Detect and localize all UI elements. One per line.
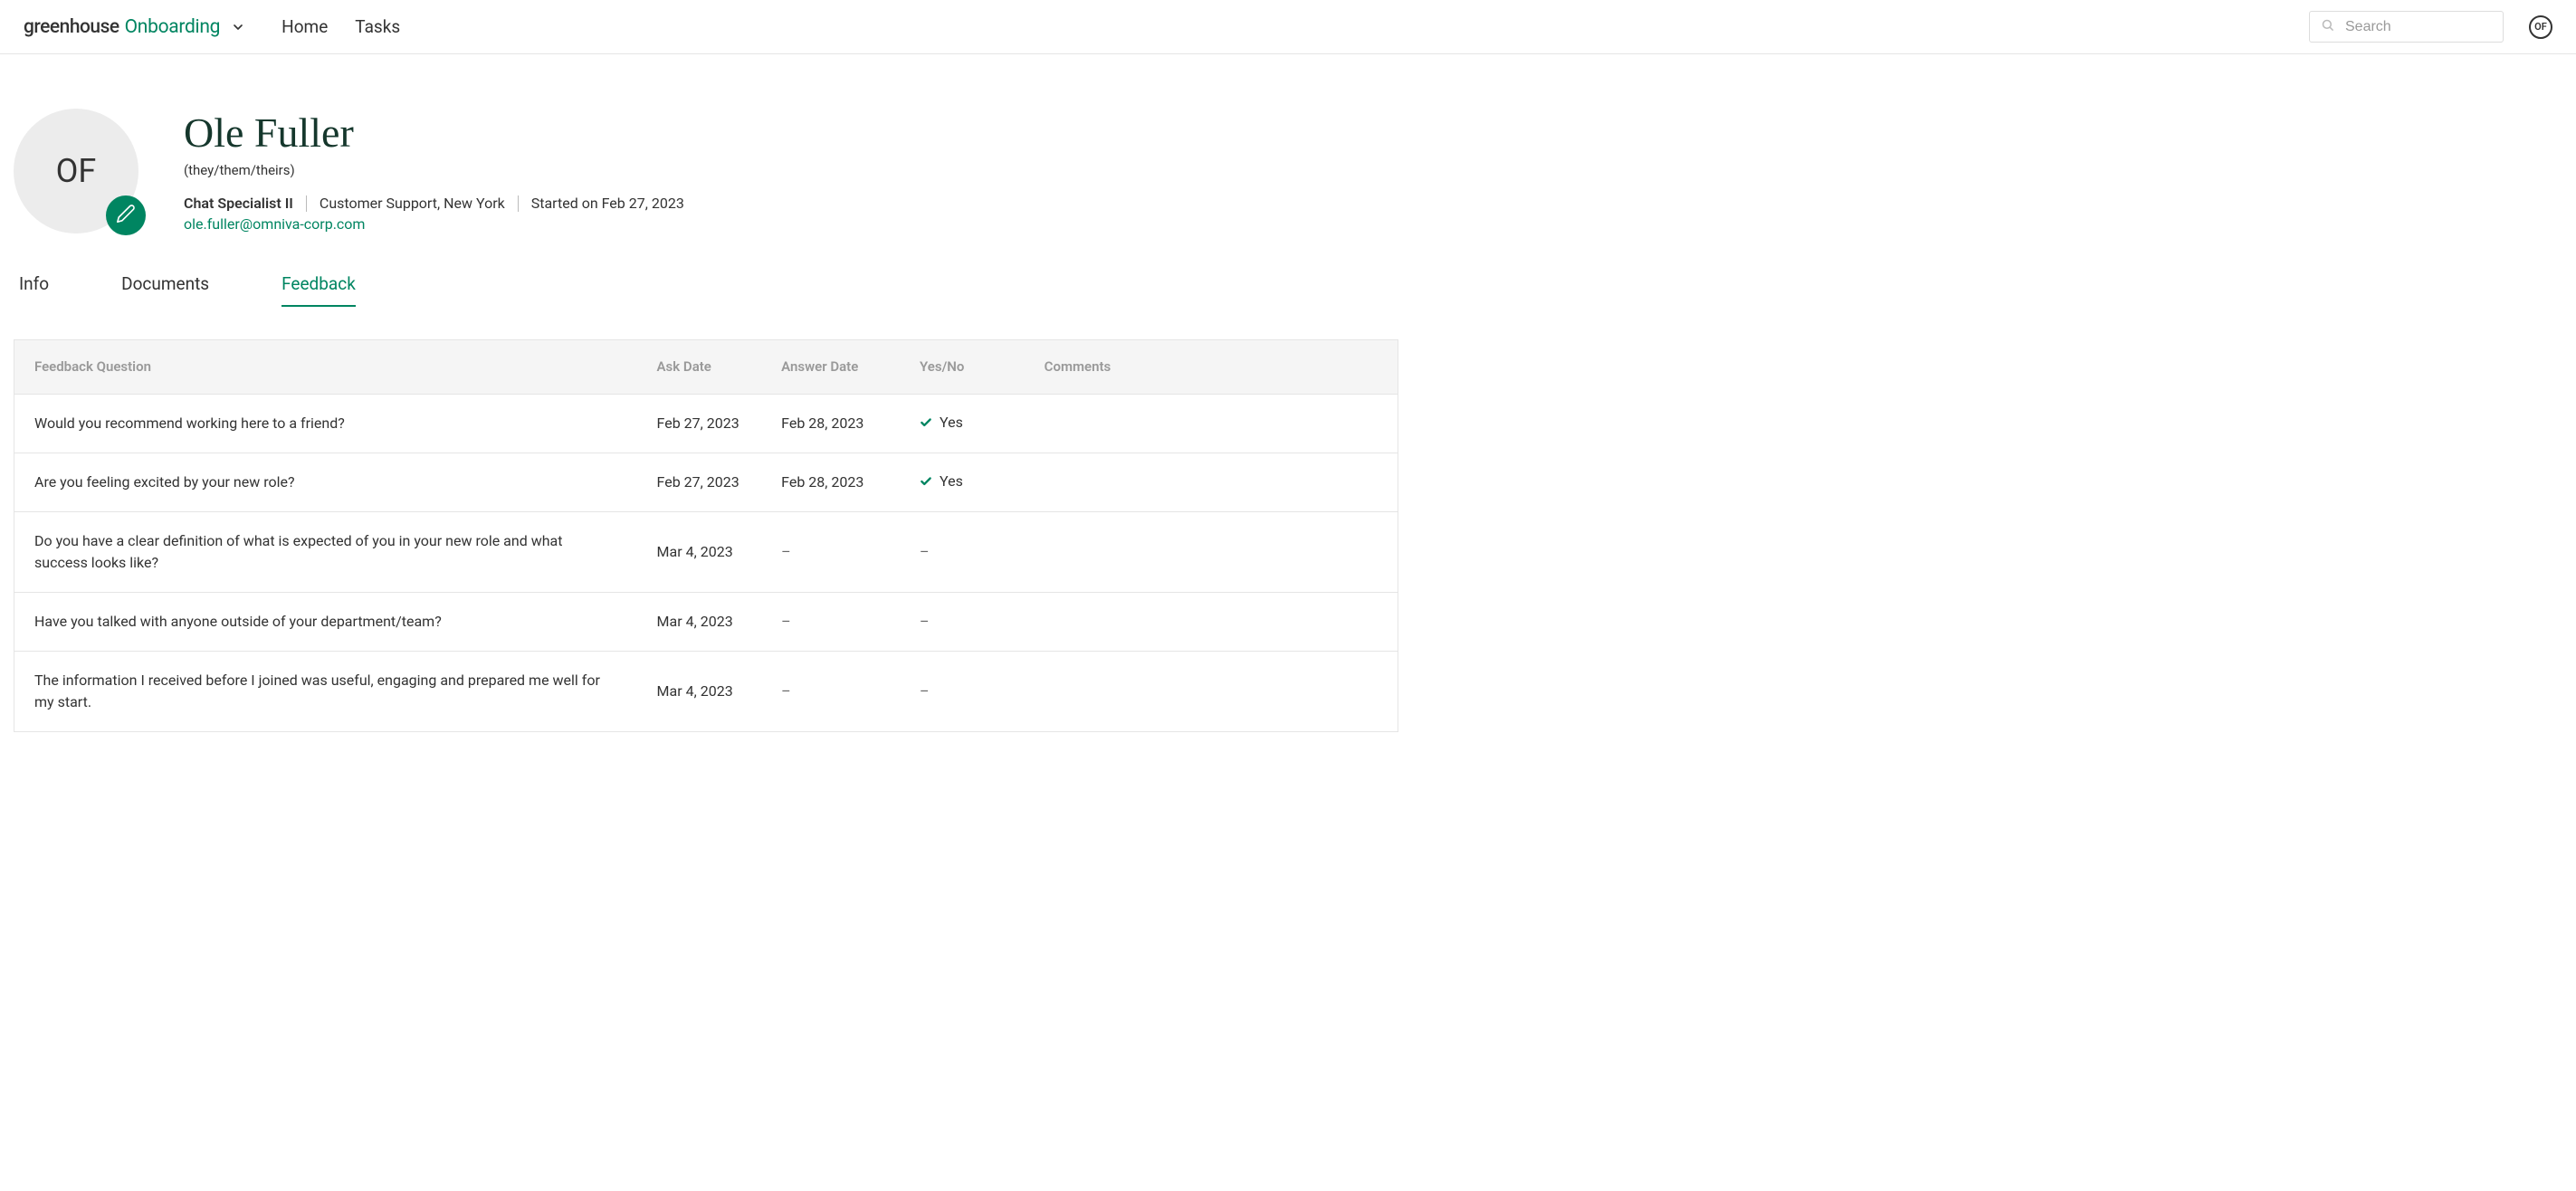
cell-comments	[1025, 651, 1398, 731]
cell-question: Are you feeling excited by your new role…	[14, 453, 637, 511]
cell-answer-date: –	[761, 651, 900, 731]
profile-email[interactable]: ole.fuller@omniva-corp.com	[184, 215, 684, 233]
search-box[interactable]	[2309, 11, 2504, 43]
feedback-table: Feedback Question Ask Date Answer Date Y…	[14, 339, 1398, 732]
cell-ask-date: Mar 4, 2023	[637, 592, 762, 651]
table-row: Are you feeling excited by your new role…	[14, 453, 1398, 511]
cell-question: Would you recommend working here to a fr…	[14, 394, 637, 453]
avatar-wrap: OF	[14, 109, 138, 233]
logo[interactable]: greenhouse Onboarding	[24, 16, 245, 38]
meta-divider	[306, 195, 307, 212]
profile-meta: Chat Specialist II Customer Support, New…	[184, 195, 684, 212]
check-icon	[920, 475, 932, 488]
edit-avatar-button[interactable]	[106, 195, 146, 235]
check-icon	[920, 416, 932, 429]
cell-answer-date: –	[761, 511, 900, 592]
cell-ask-date: Feb 27, 2023	[637, 453, 762, 511]
cell-yes-no: –	[900, 651, 1025, 731]
tab-documents[interactable]: Documents	[121, 273, 209, 307]
cell-ask-date: Feb 27, 2023	[637, 394, 762, 453]
header-right: OF	[2309, 11, 2552, 43]
table-row: Would you recommend working here to a fr…	[14, 394, 1398, 453]
cell-yes-no: –	[900, 592, 1025, 651]
cell-comments	[1025, 453, 1398, 511]
user-avatar-small[interactable]: OF	[2529, 15, 2552, 39]
cell-yes-no: Yes	[900, 453, 1025, 511]
cell-answer-date: Feb 28, 2023	[761, 394, 900, 453]
tab-info[interactable]: Info	[19, 273, 49, 307]
nav-tasks[interactable]: Tasks	[355, 16, 400, 37]
chevron-down-icon[interactable]	[231, 20, 245, 34]
profile-info: Ole Fuller (they/them/theirs) Chat Speci…	[184, 109, 684, 233]
cell-yes-no: Yes	[900, 394, 1025, 453]
profile-title: Chat Specialist II	[184, 195, 293, 212]
meta-divider	[518, 195, 519, 212]
cell-comments	[1025, 394, 1398, 453]
cell-comments	[1025, 592, 1398, 651]
profile-pronouns: (they/them/theirs)	[184, 162, 684, 178]
content: OF Ole Fuller (they/them/theirs) Chat Sp…	[0, 54, 1412, 732]
profile-header: OF Ole Fuller (they/them/theirs) Chat Sp…	[14, 109, 1398, 233]
table-row: The information I received before I join…	[14, 651, 1398, 731]
pencil-icon	[116, 204, 136, 227]
tab-feedback[interactable]: Feedback	[281, 273, 356, 307]
header-answer-date: Answer Date	[761, 340, 900, 395]
logo-text-greenhouse: greenhouse	[24, 16, 119, 38]
header-yes-no: Yes/No	[900, 340, 1025, 395]
cell-question: Have you talked with anyone outside of y…	[14, 592, 637, 651]
top-header: greenhouse Onboarding Home Tasks OF	[0, 0, 2576, 54]
cell-ask-date: Mar 4, 2023	[637, 651, 762, 731]
profile-name: Ole Fuller	[184, 109, 684, 157]
table-header-row: Feedback Question Ask Date Answer Date Y…	[14, 340, 1398, 395]
profile-dept-location: Customer Support, New York	[320, 195, 505, 212]
cell-comments	[1025, 511, 1398, 592]
header-question: Feedback Question	[14, 340, 637, 395]
cell-question: The information I received before I join…	[14, 651, 637, 731]
nav-links: Home Tasks	[281, 16, 400, 37]
nav-home[interactable]: Home	[281, 16, 328, 37]
cell-answer-date: Feb 28, 2023	[761, 453, 900, 511]
header-comments: Comments	[1025, 340, 1398, 395]
cell-ask-date: Mar 4, 2023	[637, 511, 762, 592]
logo-text-onboarding: Onboarding	[125, 16, 221, 38]
cell-answer-date: –	[761, 592, 900, 651]
header-ask-date: Ask Date	[637, 340, 762, 395]
search-input[interactable]	[2345, 19, 2533, 35]
search-icon	[2321, 18, 2334, 35]
profile-tabs: Info Documents Feedback	[14, 273, 1398, 307]
table-row: Have you talked with anyone outside of y…	[14, 592, 1398, 651]
cell-yes-no: –	[900, 511, 1025, 592]
profile-start-date: Started on Feb 27, 2023	[531, 195, 684, 212]
table-row: Do you have a clear definition of what i…	[14, 511, 1398, 592]
cell-question: Do you have a clear definition of what i…	[14, 511, 637, 592]
